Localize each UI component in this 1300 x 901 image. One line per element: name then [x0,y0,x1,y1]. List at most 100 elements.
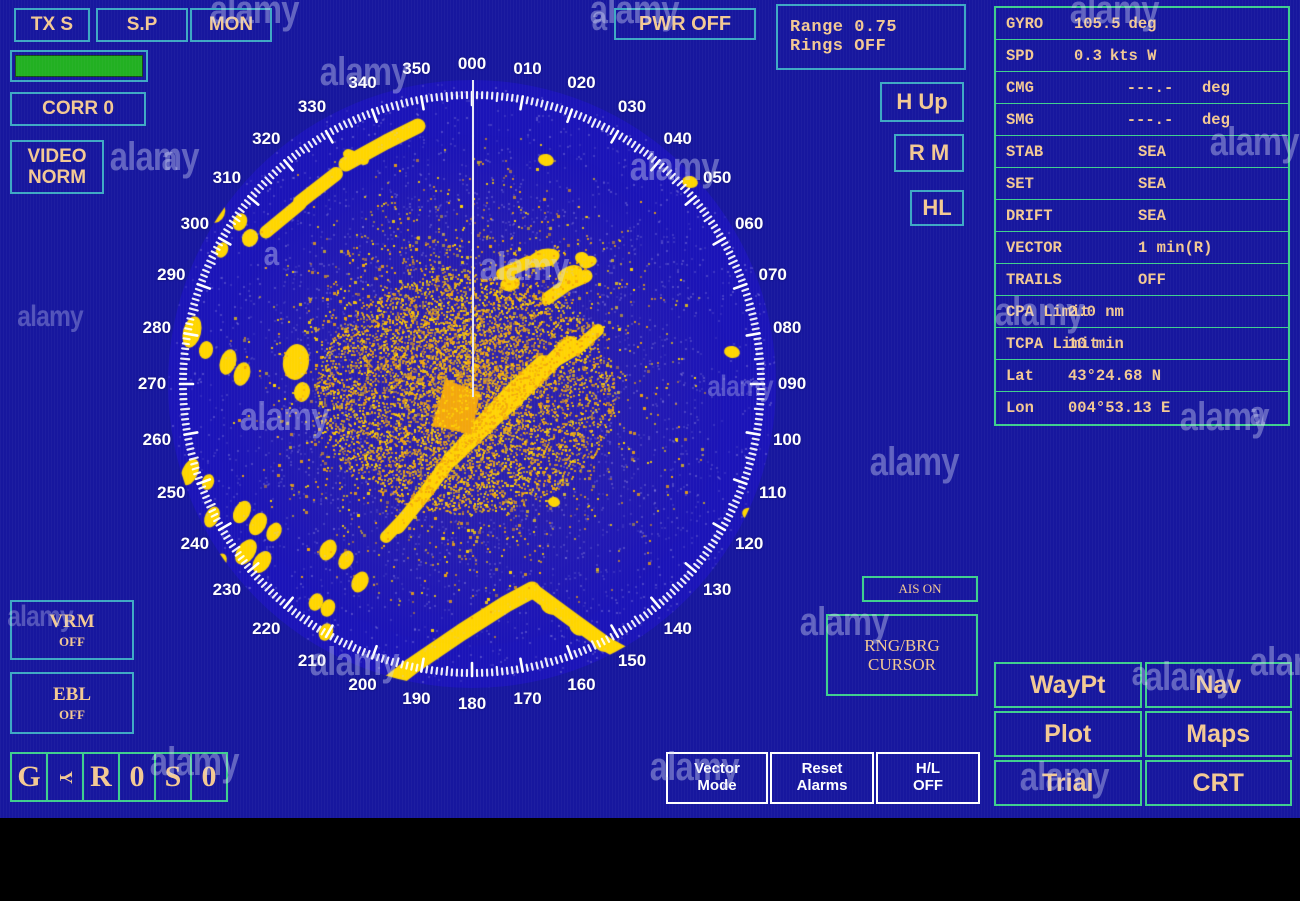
range-bearing-cursor-button[interactable]: RNG/BRG CURSOR [826,614,978,696]
data-value: 43°24.68 N [1068,366,1162,385]
ebl-control[interactable]: EBL OFF [10,672,134,734]
data-row-lon: Lon 004°53.13 E [996,392,1288,424]
function-button-nav[interactable]: Nav [1144,662,1292,708]
reset-alarms-line1: Reset [801,760,843,778]
ebl-value: OFF [59,706,85,722]
function-button-waypt[interactable]: WayPt [994,662,1142,708]
function-button-grid: WayPt Nav Plot Maps Trial CRT [994,662,1292,806]
bearing-label-310: 310 [212,168,242,188]
bearing-label-150: 150 [617,651,647,671]
head-up-button[interactable]: H Up [880,82,964,122]
data-label: STAB [1006,142,1044,161]
vector-mode-line2: Mode [697,777,737,794]
correction-button[interactable]: CORR 0 [10,92,146,126]
bearing-label-240: 240 [180,534,210,553]
data-value: 10 min [1068,334,1124,353]
radar-screen: 000 010 020 030 040 050 060 070 080 090 100 110 120 1… [0,0,1300,818]
gyro-status-char-1: Y [46,752,84,802]
heading-line-button[interactable]: HL [910,190,964,226]
tx-status-button[interactable]: TX S [14,8,90,42]
range-rings-panel[interactable]: Range 0.75 Rings OFF [776,4,966,70]
function-button-trial[interactable]: Trial [994,760,1142,806]
bearing-label-280: 280 [142,318,172,338]
bearing-label-340: 340 [348,73,377,93]
vrm-value: OFF [59,633,85,649]
bearing-label-070: 070 [758,264,787,284]
video-mode-button[interactable]: VIDEO NORM [10,140,104,194]
bearing-label-200: 200 [348,674,377,694]
ppi-scope[interactable]: 000 010 020 030 040 050 060 070 080 090 100 110 120 1… [138,54,806,713]
bearing-label-330: 330 [297,96,327,116]
data-label: TCPA Limit [1006,334,1100,353]
function-button-label: CRT [1192,768,1244,797]
vector-mode-button[interactable]: Vector Mode [666,752,768,804]
bearing-label-170: 170 [513,689,542,709]
gyro-status-char-label: Y [55,770,76,784]
hl-toggle-line1: H/L [915,760,941,778]
bearing-label-260: 260 [142,429,172,449]
bearing-label-320: 320 [252,128,281,148]
bearing-label-220: 220 [252,619,281,639]
function-button-label: Trial [1042,768,1094,797]
relative-motion-button[interactable]: R M [894,134,964,172]
cursor-label: CURSOR [867,655,937,674]
vrm-control[interactable]: VRM OFF [10,600,134,660]
data-label: SET [1006,174,1034,193]
short-pulse-button[interactable]: S.P [96,8,188,42]
tuning-indicator[interactable] [10,50,148,82]
rng-brg-label: RNG/BRG [864,635,940,655]
video-mode-label: VIDEO [27,145,87,167]
rings-value: Rings OFF [790,37,887,56]
data-label: CPA Limit [1006,302,1090,321]
reset-alarms-button[interactable]: Reset Alarms [770,752,874,804]
function-button-maps[interactable]: Maps [1144,711,1292,757]
heading-marker [472,80,474,397]
reset-alarms-line2: Alarms [796,777,848,794]
monitor-button[interactable]: MON [190,8,272,42]
bearing-label-010: 010 [513,58,542,78]
gyro-status-char-label: R [90,760,112,793]
data-value: OFF [1138,270,1166,289]
navigation-data-panel: GYRO 105.5 deg SPD 0.3 kts W CMG ---.- deg SMG ---… [994,6,1290,426]
data-row-tcpa-limit: TCPA Limit 10 min [996,328,1288,360]
bearing-label-050: 050 [702,168,732,188]
data-value: SEA [1138,174,1166,193]
hl-toggle-button[interactable]: H/L OFF [876,752,980,804]
data-value: 1 min(R) [1138,238,1213,257]
bearing-label-100: 100 [772,429,802,449]
bearing-label-000: 000 [457,54,487,73]
bearing-label-060: 060 [734,214,764,233]
gyro-status-char-label: S [164,760,182,793]
function-button-crt[interactable]: CRT [1144,760,1292,806]
function-button-label: WayPt [1030,670,1106,699]
bearing-label-020: 020 [567,73,596,93]
bearing-label-040: 040 [663,128,692,148]
function-button-label: Nav [1195,670,1242,699]
bearing-label-120: 120 [734,534,764,553]
gyro-status-char-0: G [10,752,48,802]
data-label: DRIFT [1006,206,1053,225]
bearing-label-210: 210 [297,651,327,671]
gyro-status-char-label: 0 [129,760,145,793]
ais-status-button[interactable]: AIS ON [862,576,978,602]
hl-toggle-line2: OFF [913,777,943,794]
gyro-status-char-label: G [17,760,41,793]
data-unit: deg [1128,14,1157,33]
data-row-smg: SMG ---.- deg [996,104,1288,136]
ebl-label: EBL [52,683,92,705]
radar-screenshot: 000 010 020 030 040 050 060 070 080 090 100 110 120 1… [0,0,1300,901]
function-button-label: Plot [1044,719,1092,748]
power-button[interactable]: PWR OFF [614,8,756,40]
bearing-label-250: 250 [157,483,186,503]
watermark-tile: alamy [869,440,960,484]
data-row-cpa-limit: CPA Limit 2.0 nm [996,296,1288,328]
gyro-status-char-3: 0 [118,752,156,802]
data-unit: deg [1202,78,1230,97]
function-button-plot[interactable]: Plot [994,711,1142,757]
gyro-status-row: GYR0S0 [10,752,228,802]
data-row-stab: STAB SEA [996,136,1288,168]
data-value: 2.0 nm [1068,302,1124,321]
data-value: ---.- [1126,110,1174,129]
data-label: Lon [1006,399,1034,417]
bearing-label-110: 110 [758,483,787,503]
